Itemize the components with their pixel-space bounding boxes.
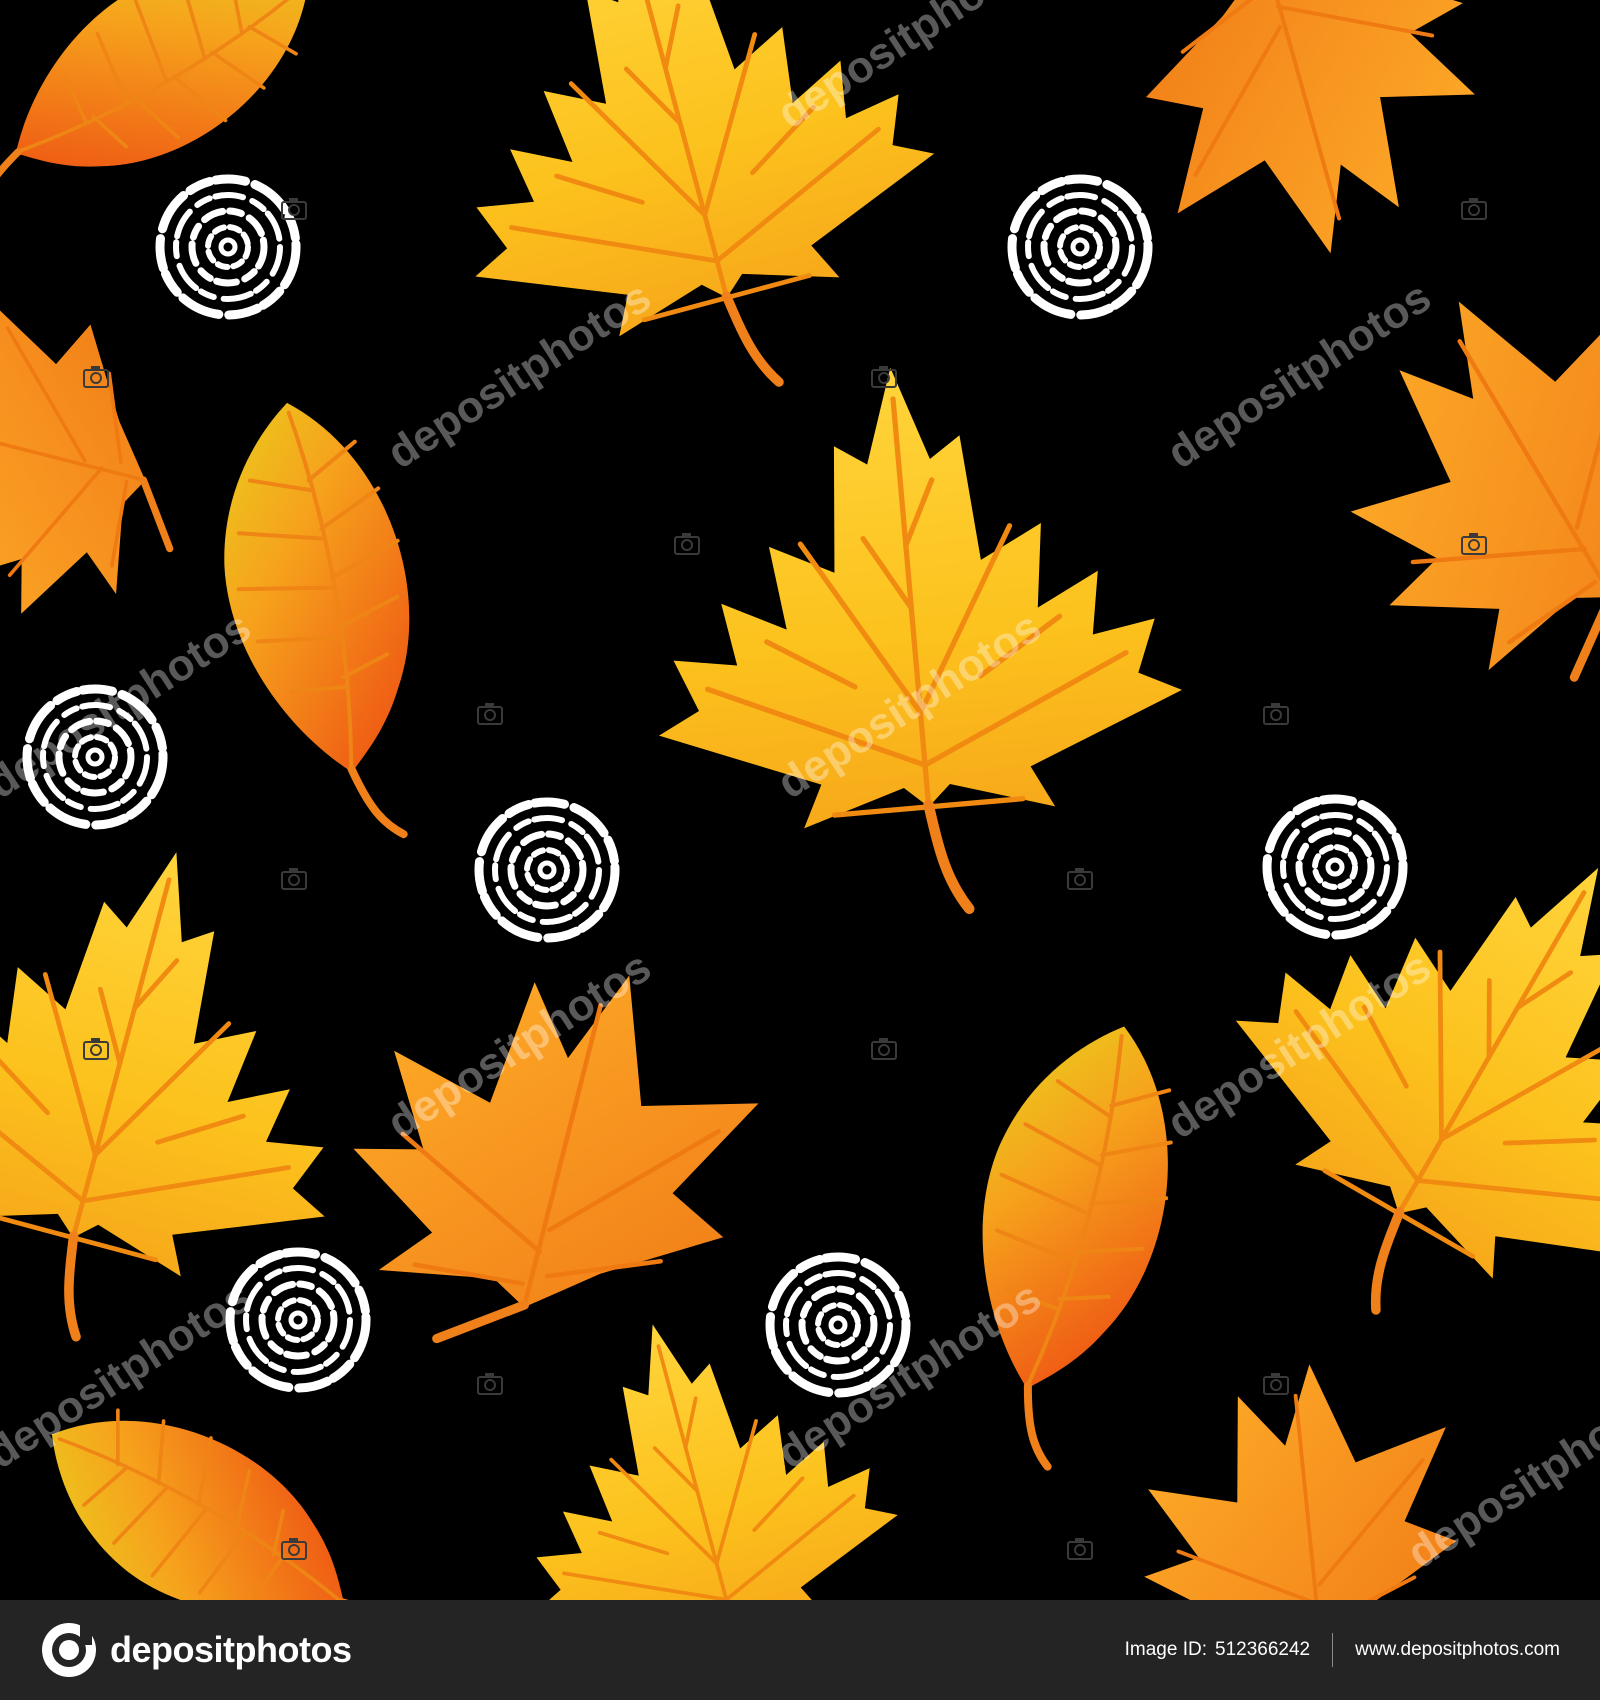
image-id-label: Image ID: bbox=[1124, 1639, 1207, 1660]
brand[interactable]: depositphotos bbox=[40, 1621, 352, 1679]
image-canvas: depositphotos depositphotos depositphoto… bbox=[0, 0, 1600, 1700]
site-url[interactable]: www.depositphotos.com bbox=[1355, 1639, 1560, 1661]
autumn-leaf-pattern: depositphotos depositphotos depositphoto… bbox=[0, 0, 1600, 1600]
image-id: 512366242 bbox=[1215, 1639, 1311, 1660]
footer-bar: depositphotos Image ID: 512366242 www.de… bbox=[0, 1600, 1600, 1700]
image-meta: Image ID: 512366242 www.depositphotos.co… bbox=[1125, 1633, 1560, 1667]
brand-name: depositphotos bbox=[110, 1629, 352, 1670]
logo-icon bbox=[42, 1623, 96, 1677]
divider bbox=[1332, 1633, 1334, 1667]
